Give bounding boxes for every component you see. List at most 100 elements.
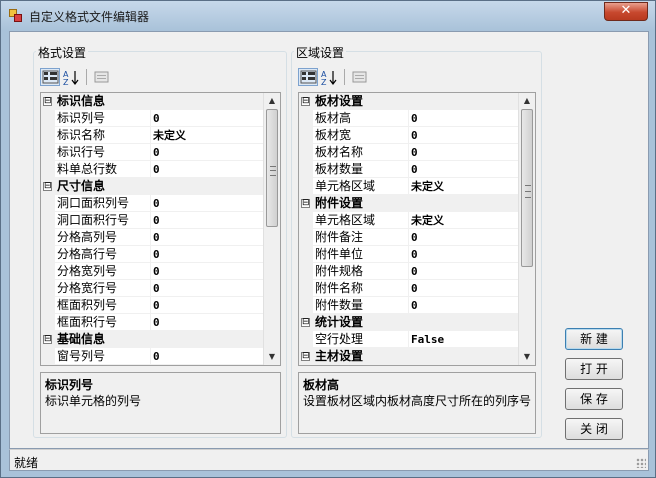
property-row[interactable]: 分格高行号 0	[41, 246, 263, 263]
collapse-toggle-icon[interactable]: ⊟	[301, 199, 310, 208]
right-vertical-scrollbar[interactable]: ▲ ▼	[518, 93, 535, 365]
property-value[interactable]: 未定义	[411, 212, 444, 229]
categorized-view-icon[interactable]	[40, 68, 60, 86]
format-settings-group: 格式设置 AZ ⊟ 标识信息 标识列号 0 标识名称 未定义 标识行号 0 料单总行数 0 ⊟ 尺寸信…	[33, 44, 287, 438]
region-property-grid[interactable]: ⊟ 板材设置 板材高 0 板材宽 0 板材名称 0 板材数量 0 单元格区域 未定义 ⊟ 附件设置 单元格区…	[298, 92, 536, 366]
format-property-rows: ⊟ 标识信息 标识列号 0 标识名称 未定义 标识行号 0 料单总行数 0 ⊟ 尺寸信息 洞口面积列号 0…	[41, 93, 263, 366]
format-property-grid[interactable]: ⊟ 标识信息 标识列号 0 标识名称 未定义 标识行号 0 料单总行数 0 ⊟ 尺寸信息 洞口面积列号 0…	[40, 92, 281, 366]
collapse-toggle-icon[interactable]: ⊟	[301, 97, 310, 106]
collapse-toggle-icon[interactable]: ⊟	[301, 318, 310, 327]
property-value[interactable]: 0	[411, 246, 418, 263]
property-row[interactable]: 洞口面积列号 0	[41, 195, 263, 212]
property-value[interactable]: 0	[153, 144, 160, 161]
property-value[interactable]: 0	[411, 365, 418, 366]
property-row[interactable]: 窗号列号 0	[41, 348, 263, 365]
property-value[interactable]: 0	[411, 161, 418, 178]
scroll-up-arrow-icon[interactable]: ▲	[519, 93, 535, 109]
property-row[interactable]: 洞口面积行号 0	[41, 212, 263, 229]
property-value[interactable]: 0	[153, 195, 160, 212]
property-value[interactable]: False	[411, 331, 444, 348]
property-row[interactable]: 板材数量 0	[299, 161, 518, 178]
category-row[interactable]: ⊟ 标识信息	[41, 93, 263, 110]
property-row[interactable]: 空行处理 False	[299, 331, 518, 348]
category-row[interactable]: ⊟ 统计设置	[299, 314, 518, 331]
scroll-up-arrow-icon[interactable]: ▲	[264, 93, 280, 109]
property-value[interactable]: 0	[411, 280, 418, 297]
property-value[interactable]: 0	[411, 110, 418, 127]
property-pages-icon[interactable]	[350, 68, 370, 86]
property-value[interactable]: 0	[411, 263, 418, 280]
alphabetical-sort-icon[interactable]: AZ	[320, 68, 340, 87]
save-button[interactable]: 保 存	[565, 388, 623, 410]
close-window-button[interactable]: ✕	[604, 2, 648, 21]
categorized-view-icon[interactable]	[298, 68, 318, 86]
property-value[interactable]: 0	[153, 280, 160, 297]
property-row[interactable]: 标识名称 未定义	[41, 127, 263, 144]
property-row[interactable]: 附件备注 0	[299, 229, 518, 246]
property-value[interactable]: 0	[153, 246, 160, 263]
property-value[interactable]: 未定义	[153, 127, 186, 144]
property-value[interactable]: 0	[411, 127, 418, 144]
property-row[interactable]: 窗号行号0	[41, 365, 263, 366]
property-value[interactable]: 0	[153, 365, 160, 366]
category-label: 附件设置	[315, 196, 364, 210]
alphabetical-sort-icon[interactable]: AZ	[62, 68, 82, 87]
close-button[interactable]: 关 闭	[565, 418, 623, 440]
property-row[interactable]: 附件数量 0	[299, 297, 518, 314]
property-row[interactable]: 板材宽 0	[299, 127, 518, 144]
scroll-down-arrow-icon[interactable]: ▼	[519, 349, 535, 365]
category-row[interactable]: ⊟ 基础信息	[41, 331, 263, 348]
property-value[interactable]: 0	[411, 297, 418, 314]
property-value[interactable]: 0	[153, 297, 160, 314]
property-row[interactable]: 备注列0	[299, 365, 518, 366]
property-row[interactable]: 料单总行数 0	[41, 161, 263, 178]
property-value[interactable]: 0	[411, 229, 418, 246]
property-value[interactable]: 0	[153, 212, 160, 229]
collapse-toggle-icon[interactable]: ⊟	[43, 335, 52, 344]
left-vertical-scrollbar[interactable]: ▲ ▼	[263, 93, 280, 365]
scroll-down-arrow-icon[interactable]: ▼	[264, 349, 280, 365]
category-row[interactable]: ⊟ 附件设置	[299, 195, 518, 212]
property-row[interactable]: 附件单位 0	[299, 246, 518, 263]
open-button[interactable]: 打 开	[565, 358, 623, 380]
collapse-toggle-icon[interactable]: ⊟	[43, 182, 52, 191]
property-value[interactable]: 0	[153, 348, 160, 365]
property-value[interactable]: 0	[411, 144, 418, 161]
property-value[interactable]: 0	[153, 161, 160, 178]
property-row[interactable]: 框面积列号 0	[41, 297, 263, 314]
title-bar[interactable]: 自定义格式文件编辑器 ✕	[1, 1, 655, 31]
property-row[interactable]: 标识列号 0	[41, 110, 263, 127]
window-title: 自定义格式文件编辑器	[29, 10, 150, 24]
property-row[interactable]: 标识行号 0	[41, 144, 263, 161]
property-value[interactable]: 0	[153, 229, 160, 246]
scroll-thumb[interactable]	[521, 109, 533, 267]
property-row[interactable]: 分格宽行号 0	[41, 280, 263, 297]
property-name: 板材数量	[315, 161, 409, 178]
property-pages-icon[interactable]	[92, 68, 112, 86]
collapse-toggle-icon[interactable]: ⊟	[43, 97, 52, 106]
property-row[interactable]: 板材高 0	[299, 110, 518, 127]
resize-grip-icon[interactable]	[636, 458, 646, 468]
property-name: 板材名称	[315, 144, 409, 161]
svg-text:Z: Z	[63, 78, 69, 86]
property-name: 标识列号	[57, 110, 151, 127]
collapse-toggle-icon[interactable]: ⊟	[301, 352, 310, 361]
category-row[interactable]: ⊟ 板材设置	[299, 93, 518, 110]
property-value[interactable]: 0	[153, 263, 160, 280]
property-row[interactable]: 板材名称 0	[299, 144, 518, 161]
new-button[interactable]: 新 建	[565, 328, 623, 350]
property-row[interactable]: 分格高列号 0	[41, 229, 263, 246]
property-value[interactable]: 未定义	[411, 178, 444, 195]
property-row[interactable]: 附件规格 0	[299, 263, 518, 280]
property-row[interactable]: 分格宽列号 0	[41, 263, 263, 280]
category-label: 统计设置	[315, 315, 364, 329]
category-row[interactable]: ⊟ 尺寸信息	[41, 178, 263, 195]
property-row[interactable]: 附件名称 0	[299, 280, 518, 297]
property-row[interactable]: 单元格区域 未定义	[299, 212, 518, 229]
property-value[interactable]: 0	[153, 314, 160, 331]
scroll-thumb[interactable]	[266, 109, 278, 227]
property-row[interactable]: 单元格区域 未定义	[299, 178, 518, 195]
property-row[interactable]: 框面积行号 0	[41, 314, 263, 331]
category-row[interactable]: ⊟ 主材设置	[299, 348, 518, 365]
property-value[interactable]: 0	[153, 110, 160, 127]
